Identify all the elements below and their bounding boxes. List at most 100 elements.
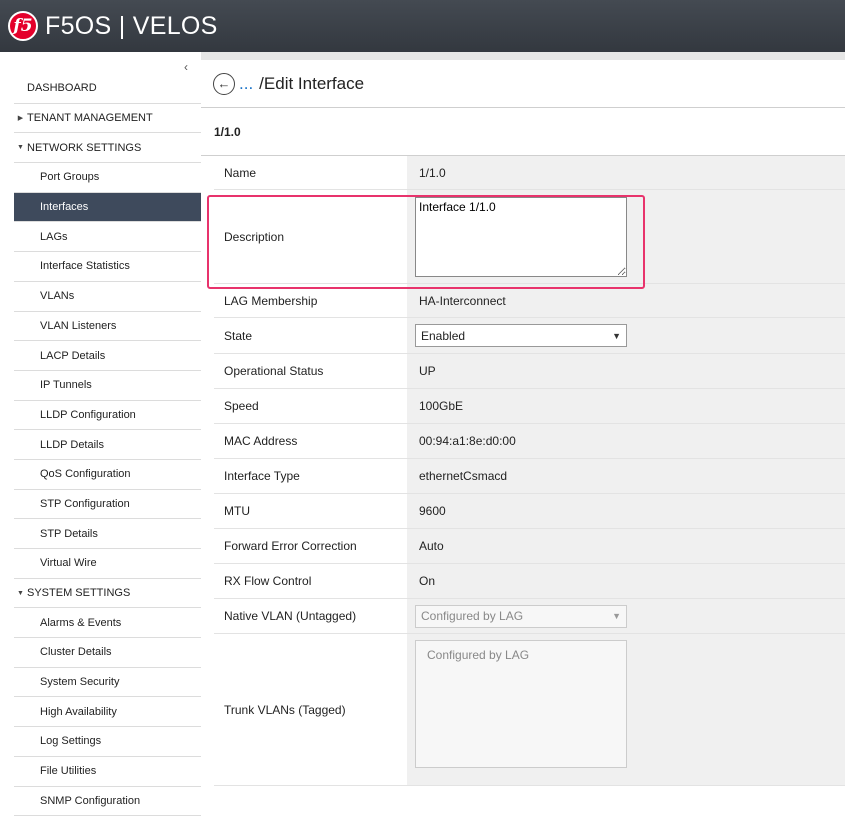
sidebar-item-label: SYSTEM SETTINGS (27, 587, 131, 600)
sidebar-item-label: SNMP Configuration (40, 794, 141, 807)
row-operational-status: Operational Status UP (214, 354, 845, 389)
lag-membership-label: LAG Membership (214, 284, 407, 317)
caret-down-icon: ▼ (17, 589, 24, 597)
sidebar-item-file-utilities[interactable]: File Utilities (14, 757, 201, 787)
main-content: ← ... /Edit Interface 1/1.0 Name 1/1.0 D… (201, 60, 845, 831)
sidebar-item-label: High Availability (40, 705, 117, 718)
sidebar-item-label: Port Groups (40, 171, 100, 184)
f5-logo[interactable]: f5 (8, 11, 38, 41)
sidebar-item-cluster-details[interactable]: Cluster Details (14, 638, 201, 668)
sidebar-item-label: Cluster Details (40, 646, 112, 659)
native-vlan-select: Configured by LAG ▼ (415, 604, 627, 628)
trunk-vlans-label: Trunk VLANs (Tagged) (214, 634, 407, 785)
fec-value: Auto (407, 529, 845, 563)
sidebar-item-dashboard[interactable]: DASHBOARD (14, 74, 201, 104)
state-select[interactable]: Enabled ▼ (415, 324, 627, 347)
sidebar-item-label: STP Configuration (40, 497, 130, 510)
sidebar-item-lldp-details[interactable]: LLDP Details (14, 430, 201, 460)
sidebar-item-label: VLAN Listeners (40, 319, 117, 332)
breadcrumb-link[interactable]: ... (239, 74, 253, 94)
mac-address-label: MAC Address (214, 424, 407, 458)
sidebar-item-label: Virtual Wire (40, 557, 97, 570)
description-label: Description (214, 190, 407, 283)
fec-label: Forward Error Correction (214, 529, 407, 563)
mtu-label: MTU (214, 494, 407, 528)
sidebar-item-label: TENANT MANAGEMENT (27, 112, 153, 125)
speed-value: 100GbE (407, 389, 845, 423)
sidebar-item-label: LLDP Configuration (40, 408, 136, 421)
sidebar-item-vlans[interactable]: VLANs (14, 282, 201, 312)
sidebar-item-interface-statistics[interactable]: Interface Statistics (14, 252, 201, 282)
sidebar-item-label: VLANs (40, 290, 75, 303)
row-mtu: MTU 9600 (214, 494, 845, 529)
sidebar-item-network-settings[interactable]: ▼ NETWORK SETTINGS (14, 133, 201, 164)
sidebar-item-snmp-configuration[interactable]: SNMP Configuration (14, 787, 201, 817)
page-header: ← ... /Edit Interface (201, 60, 845, 108)
sidebar-item-label: NETWORK SETTINGS (27, 141, 142, 154)
row-speed: Speed 100GbE (214, 389, 845, 424)
sidebar-item-port-groups[interactable]: Port Groups (14, 163, 201, 193)
interface-type-label: Interface Type (214, 459, 407, 493)
lag-membership-value: HA-Interconnect (407, 284, 845, 317)
back-arrow-icon[interactable]: ← (213, 72, 235, 95)
state-label: State (214, 318, 407, 353)
row-rx-flow-control: RX Flow Control On (214, 564, 845, 599)
state-selected-value: Enabled (421, 328, 466, 343)
sidebar-item-label: LACP Details (40, 349, 106, 362)
sidebar-item-label: DASHBOARD (27, 82, 97, 95)
speed-label: Speed (214, 389, 407, 423)
interface-type-value: ethernetCsmacd (407, 459, 845, 493)
rx-flow-control-label: RX Flow Control (214, 564, 407, 598)
description-textarea[interactable] (415, 196, 627, 277)
sidebar-nav: DASHBOARD ▶ TENANT MANAGEMENT ▼ NETWORK SETT… (14, 74, 201, 817)
sidebar-item-label: File Utilities (40, 765, 97, 778)
sidebar-item-tenant-management[interactable]: ▶ TENANT MANAGEMENT (14, 104, 201, 134)
sidebar-item-label: LAGs (40, 230, 68, 243)
sidebar-item-system-security[interactable]: System Security (14, 668, 201, 698)
row-trunk-vlans: Trunk VLANs (Tagged) Configured by LAG (214, 634, 845, 786)
sidebar-item-stp-details[interactable]: STP Details (14, 519, 201, 549)
sidebar-item-high-availability[interactable]: High Availability (14, 697, 201, 728)
caret-right-icon: ▶ (17, 115, 24, 123)
sidebar-item-alarms-and-events[interactable]: Alarms & Events (14, 608, 201, 639)
row-mac-address: MAC Address 00:94:a1:8e:d0:00 (214, 424, 845, 459)
sidebar-item-log-settings[interactable]: Log Settings (14, 727, 201, 757)
page-title: /Edit Interface (259, 73, 365, 93)
operational-status-value: UP (407, 354, 845, 388)
sidebar-item-label: LLDP Details (40, 438, 104, 451)
sidebar-item-stp-configuration[interactable]: STP Configuration (14, 490, 201, 520)
sidebar-item-lags[interactable]: LAGs (14, 222, 201, 253)
collapse-sidebar-icon[interactable]: ‹ (184, 60, 188, 74)
row-description: Description (214, 190, 845, 284)
interface-heading: 1/1.0 (201, 108, 845, 156)
name-value: 1/1.0 (407, 156, 845, 189)
row-fec: Forward Error Correction Auto (214, 529, 845, 564)
caret-down-icon: ▼ (17, 144, 24, 152)
row-native-vlan: Native VLAN (Untagged) Configured by LAG… (214, 599, 845, 634)
sidebar-item-vlan-listeners[interactable]: VLAN Listeners (14, 312, 201, 342)
trunk-vlans-listbox: Configured by LAG (415, 640, 627, 768)
native-vlan-selected-value: Configured by LAG (421, 609, 524, 623)
rx-flow-control-value: On (407, 564, 845, 598)
name-label: Name (214, 156, 407, 189)
sidebar-item-qos-configuration[interactable]: QoS Configuration (14, 460, 201, 490)
sidebar-item-lacp-details[interactable]: LACP Details (14, 341, 201, 371)
chevron-down-icon: ▼ (612, 330, 621, 341)
mtu-value: 9600 (407, 494, 845, 528)
sidebar-item-label: System Security (40, 676, 120, 689)
native-vlan-label: Native VLAN (Untagged) (214, 599, 407, 633)
sidebar-item-interfaces[interactable]: Interfaces (14, 192, 201, 223)
sidebar-item-label: IP Tunnels (40, 379, 92, 392)
row-lag-membership: LAG Membership HA-Interconnect (214, 284, 845, 318)
row-state: State Enabled ▼ (214, 318, 845, 354)
row-interface-type: Interface Type ethernetCsmacd (214, 459, 845, 494)
sidebar-item-label: Interface Statistics (40, 260, 130, 273)
app-title: F5OS | VELOS (45, 11, 218, 40)
sidebar-item-ip-tunnels[interactable]: IP Tunnels (14, 371, 201, 401)
sidebar-item-label: QoS Configuration (40, 468, 131, 481)
sidebar-item-virtual-wire[interactable]: Virtual Wire (14, 549, 201, 579)
sidebar-item-lldp-configuration[interactable]: LLDP Configuration (14, 401, 201, 431)
chevron-down-icon: ▼ (612, 611, 621, 621)
sidebar-item-label: Log Settings (40, 735, 102, 748)
sidebar-item-system-settings[interactable]: ▼ SYSTEM SETTINGS (14, 579, 201, 609)
